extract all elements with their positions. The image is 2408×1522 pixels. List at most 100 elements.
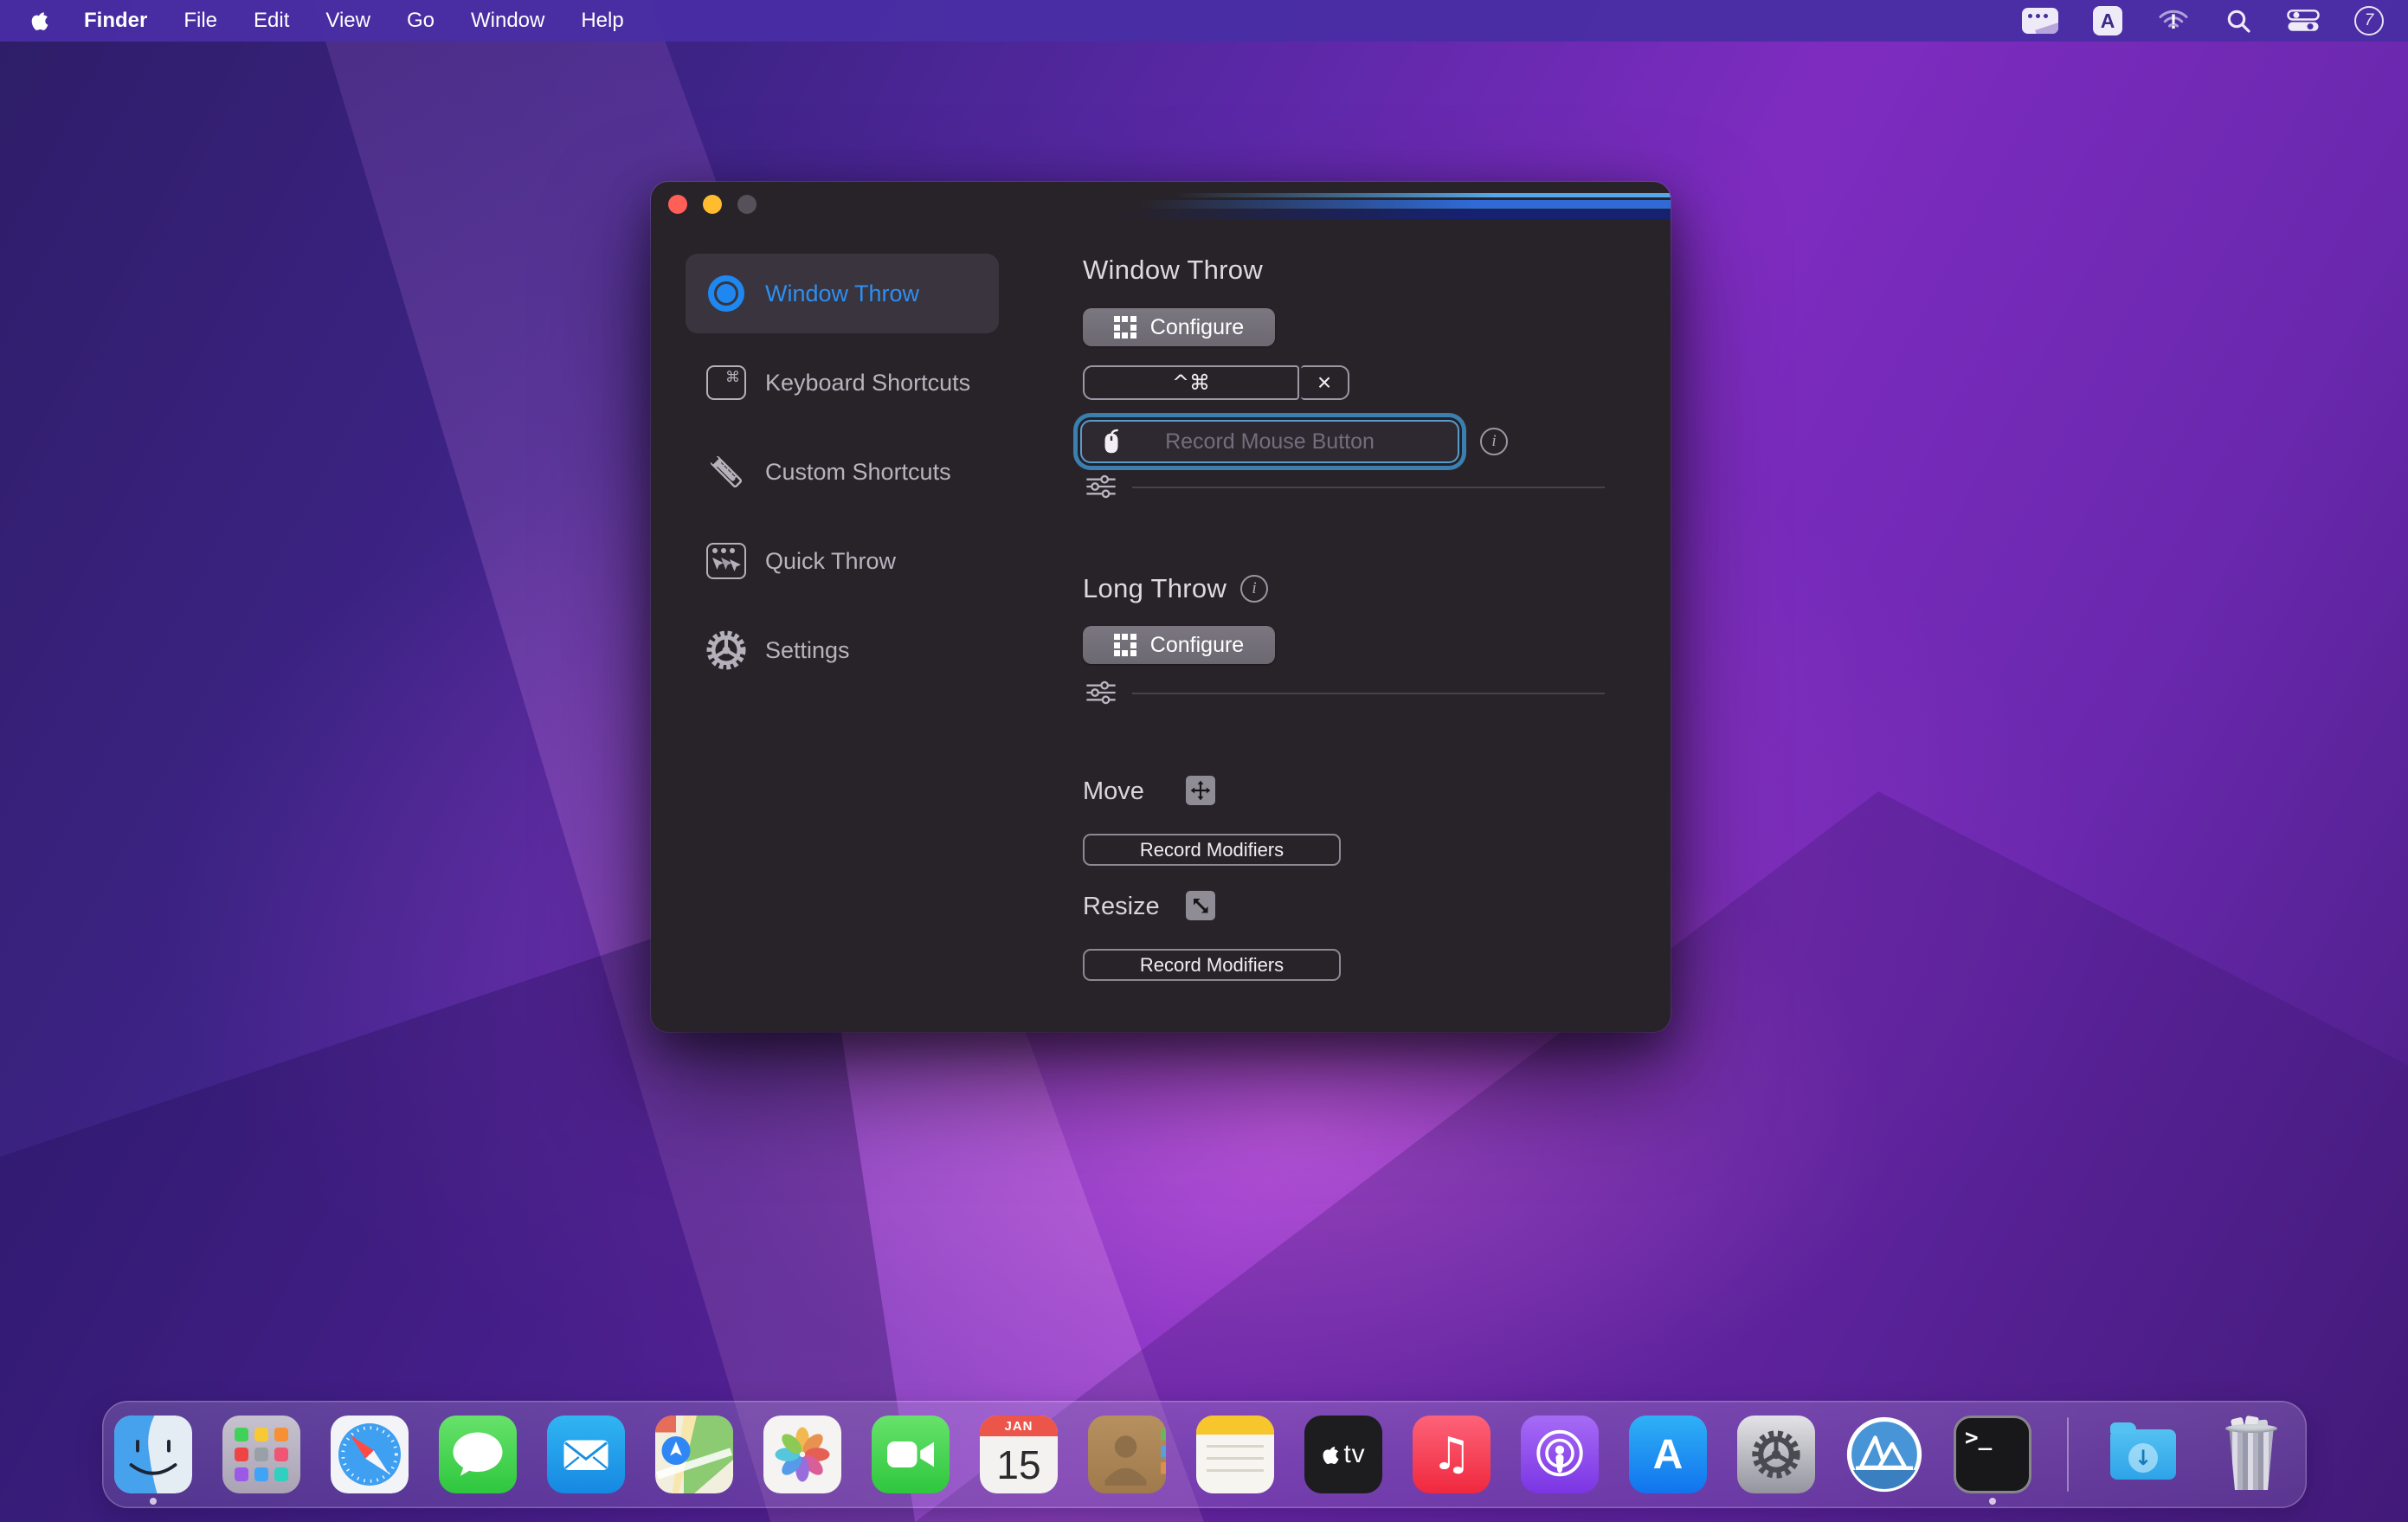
control-center-icon[interactable] <box>2287 9 2320 33</box>
clock-timer-icon[interactable]: 7 <box>2354 6 2384 35</box>
close-button[interactable] <box>668 195 687 214</box>
grid-icon <box>1114 316 1136 339</box>
apple-logo-icon <box>29 9 49 33</box>
downloads-folder-icon: ↓ <box>2104 1416 2182 1493</box>
divider <box>1132 693 1605 694</box>
keyboard-manager-icon[interactable] <box>2022 8 2058 34</box>
system-preferences-icon <box>1737 1416 1815 1493</box>
contacts-icon <box>1088 1416 1166 1493</box>
move-label: Move <box>1083 777 1144 806</box>
menu-item-view[interactable]: View <box>307 9 389 33</box>
menu-item-file[interactable]: File <box>165 9 235 33</box>
app-window: Window Throw ⌘ Keyboard Shortcuts <box>651 182 1671 1032</box>
resize-icon <box>1186 891 1215 920</box>
dock-music[interactable]: ♫ <box>1413 1416 1491 1493</box>
sidebar-item-quick-throw[interactable]: Quick Throw <box>686 521 999 601</box>
mail-icon <box>547 1416 625 1493</box>
dock-messages[interactable] <box>439 1416 517 1493</box>
trash-full-icon <box>2212 1416 2290 1493</box>
zoom-button[interactable] <box>737 195 757 214</box>
long-throw-title: Long Throw i <box>1083 573 1268 604</box>
minimize-button[interactable] <box>703 195 722 214</box>
sidebar-item-keyboard-shortcuts[interactable]: ⌘ Keyboard Shortcuts <box>686 343 999 422</box>
menu-item-edit[interactable]: Edit <box>235 9 307 33</box>
window-throw-title: Window Throw <box>1083 255 1263 286</box>
dock-trash[interactable] <box>2212 1416 2290 1493</box>
sidebar-item-custom-shortcuts[interactable]: Custom Shortcuts <box>686 432 999 512</box>
apple-menu[interactable] <box>24 9 54 33</box>
terminal-icon: >_ <box>1954 1416 2031 1493</box>
terminal-prompt-glyph: >_ <box>1965 1425 1992 1491</box>
ruler-wrench-icon <box>705 450 748 493</box>
dock-terminal[interactable]: >_ <box>1954 1416 2031 1493</box>
dock-tv[interactable]: tv <box>1304 1416 1382 1493</box>
move-record-modifiers-button[interactable]: Record Modifiers <box>1083 834 1341 866</box>
grid-icon <box>1114 634 1136 656</box>
menu-item-window[interactable]: Window <box>453 9 563 33</box>
hotkey-value-field[interactable]: ^⌘ <box>1083 365 1299 400</box>
dock-window-manager-app[interactable] <box>1845 1416 1923 1493</box>
sidebar-item-window-throw[interactable]: Window Throw <box>686 254 999 333</box>
window-controls <box>668 195 757 214</box>
window-throw-info-icon[interactable]: i <box>1480 428 1508 455</box>
window-cursors-icon <box>705 539 748 583</box>
dock-calendar[interactable]: JAN 15 <box>980 1416 1058 1493</box>
wifi-alert-icon[interactable]: ! <box>2157 7 2190 35</box>
mountain-app-icon <box>1845 1416 1923 1493</box>
appstore-icon: A <box>1629 1416 1707 1493</box>
sidebar-item-settings[interactable]: Settings <box>686 610 999 690</box>
dock-notes[interactable] <box>1196 1416 1274 1493</box>
long-throw-configure-button[interactable]: Configure <box>1083 626 1275 664</box>
dock-contacts[interactable] <box>1088 1416 1166 1493</box>
finder-icon <box>114 1416 192 1493</box>
calendar-day: 15 <box>980 1436 1058 1493</box>
resize-record-modifiers-button[interactable]: Record Modifiers <box>1083 949 1341 981</box>
podcasts-icon <box>1521 1416 1599 1493</box>
record-mouse-button-field[interactable]: Record Mouse Button <box>1080 420 1459 463</box>
dock-system-preferences[interactable] <box>1737 1416 1815 1493</box>
window-throw-configure-button[interactable]: Configure <box>1083 308 1275 346</box>
menu-item-help[interactable]: Help <box>563 9 641 33</box>
gear-icon <box>705 629 748 672</box>
hotkey-clear-button[interactable]: × <box>1301 365 1349 400</box>
dock-launchpad[interactable] <box>222 1416 300 1493</box>
desktop: { "colors": { "accent_blue": "#2e8ff2", … <box>0 0 2408 1522</box>
dock-podcasts[interactable] <box>1521 1416 1599 1493</box>
menu-status-area: A ! 7 <box>2022 6 2384 35</box>
titlebar-blue-streaks <box>963 192 1671 229</box>
target-icon <box>705 272 748 315</box>
spotlight-search-icon[interactable] <box>2225 7 2252 35</box>
long-throw-info-icon[interactable]: i <box>1240 575 1268 603</box>
mouse-icon <box>1096 428 1127 463</box>
dock-facetime[interactable] <box>872 1416 950 1493</box>
music-note-glyph: ♫ <box>1432 1428 1472 1480</box>
dock-photos[interactable] <box>763 1416 841 1493</box>
appstore-letter: A <box>1653 1431 1684 1479</box>
window-throw-options-icon[interactable] <box>1085 474 1117 503</box>
dock-finder[interactable] <box>114 1416 192 1493</box>
move-icon <box>1186 776 1215 805</box>
dock-mail[interactable] <box>547 1416 625 1493</box>
input-source-icon[interactable]: A <box>2093 6 2122 35</box>
long-throw-options-icon[interactable] <box>1085 680 1117 709</box>
divider <box>1132 487 1605 488</box>
dock-appstore[interactable]: A <box>1629 1416 1707 1493</box>
dock-safari[interactable] <box>331 1416 409 1493</box>
maps-icon <box>655 1416 733 1493</box>
keycap-command-icon: ⌘ <box>705 361 748 404</box>
notes-icon <box>1196 1416 1274 1493</box>
calendar-icon: JAN 15 <box>980 1416 1058 1493</box>
dock-maps[interactable] <box>655 1416 733 1493</box>
launchpad-icon <box>222 1416 300 1493</box>
record-mouse-placeholder: Record Mouse Button <box>1165 429 1375 455</box>
dock-divider <box>2067 1417 2069 1492</box>
dock-downloads[interactable]: ↓ <box>2104 1416 2182 1493</box>
dock: JAN 15 tv <box>102 1401 2307 1508</box>
tv-label: tv <box>1343 1440 1365 1469</box>
resize-label: Resize <box>1083 893 1160 921</box>
menu-app-name[interactable]: Finder <box>66 9 165 33</box>
messages-icon <box>439 1416 517 1493</box>
music-icon: ♫ <box>1413 1416 1491 1493</box>
facetime-icon <box>872 1416 950 1493</box>
menu-item-go[interactable]: Go <box>389 9 453 33</box>
